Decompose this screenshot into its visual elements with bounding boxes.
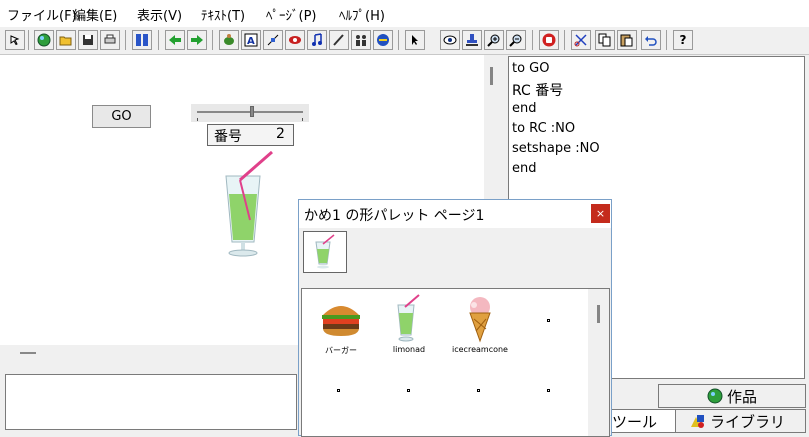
tab-works[interactable]: 作品 [658,384,806,408]
empty-shape-slot[interactable] [547,319,550,322]
slider-icon[interactable] [263,30,283,50]
limonad-icon[interactable] [392,293,426,343]
tab-label: ツール [612,412,658,431]
shape-label: limonad [392,345,426,354]
pointer-icon[interactable] [5,30,25,50]
stamp-icon[interactable] [462,30,482,50]
empty-shape-slot[interactable] [547,389,550,392]
scroll-thumb[interactable] [490,67,493,85]
shapes-icon [691,415,704,428]
turtle-icon[interactable] [219,30,239,50]
undo-icon[interactable] [641,30,661,50]
select-arrow-icon[interactable] [405,30,425,50]
menu-page[interactable]: ﾍﾟｰｼﾞ(P) [266,5,316,24]
number-monitor: 番号 2 [207,124,294,146]
code-line: RC 番号 [512,83,564,99]
menu-help[interactable]: ﾍﾙﾌﾟ(H) [339,5,385,24]
palette-title: かめ1 の形パレット ページ1 [304,208,485,224]
go-button[interactable]: GO [92,105,151,128]
code-line: to RC :NO [512,121,576,136]
zoom-out-icon[interactable] [506,30,526,50]
tab-library[interactable]: ライブラリ [675,409,806,433]
scissors-icon[interactable] [571,30,591,50]
monitor-value: 2 [276,126,285,142]
current-shape-preview[interactable] [303,231,347,273]
empty-shape-slot[interactable] [337,389,340,392]
tab-label: ライブラリ [710,412,786,431]
menu-text[interactable]: ﾃｷｽﾄ(T) [201,5,245,24]
svg-text:A: A [247,36,255,47]
eye-icon[interactable] [440,30,460,50]
arrow-right-icon[interactable] [187,30,207,50]
text-box-icon[interactable]: A [241,30,261,50]
menu-bar: ファイル(F) 編集(E) 表示(V) ﾃｷｽﾄ(T) ﾍﾟｰｼﾞ(P) ﾍﾙﾌ… [0,0,809,27]
menu-view[interactable]: 表示(V) [137,5,182,24]
code-line: setshape :NO [512,141,600,156]
zoom-in-icon[interactable] [484,30,504,50]
save-icon[interactable] [78,30,98,50]
scroll-thumb[interactable] [597,305,600,323]
menu-edit[interactable]: 編集(E) [73,5,117,24]
open-folder-icon[interactable] [56,30,76,50]
icecreamcone-icon[interactable] [462,295,498,343]
eye-button-icon[interactable] [285,30,305,50]
close-button[interactable]: × [591,204,610,223]
code-line: to GO [512,61,550,76]
print-icon[interactable] [100,30,120,50]
columns-icon[interactable] [132,30,152,50]
globe-run-icon[interactable] [373,30,393,50]
music-icon[interactable] [307,30,327,50]
stop-hand-icon[interactable] [539,30,559,50]
copy-icon[interactable] [595,30,615,50]
globe-icon [707,388,723,404]
paste-icon[interactable] [617,30,637,50]
empty-shape-slot[interactable] [407,389,410,392]
menu-file[interactable]: ファイル(F) [7,5,77,24]
people-icon[interactable] [351,30,371,50]
palette-title-bar[interactable]: かめ1 の形パレット ページ1 × [299,200,611,228]
slider-thumb[interactable] [250,106,254,117]
palette-shapes-grid: バーガー limonad icecreamcone [301,288,610,437]
canvas-slider[interactable] [191,104,309,122]
shape-label: バーガー [325,346,357,355]
glass-icon [315,234,335,269]
arrow-left-icon[interactable] [165,30,185,50]
shape-palette-window[interactable]: かめ1 の形パレット ページ1 × バーガー limonad icecreamc… [298,199,612,437]
tab-tool[interactable]: ツール [605,409,675,433]
monitor-label: 番号 [214,129,242,145]
code-line: end [512,161,537,176]
globe-icon[interactable] [34,30,54,50]
empty-shape-slot[interactable] [477,389,480,392]
burger-icon[interactable] [320,301,362,337]
pen-icon[interactable] [329,30,349,50]
help-button[interactable]: ? [673,30,693,50]
command-center[interactable] [5,374,297,430]
palette-scrollbar[interactable] [588,289,609,436]
code-line: end [512,101,537,116]
tab-label: 作品 [727,387,758,406]
toolbar: A ? [0,27,809,55]
shape-label: icecreamcone [452,345,508,354]
glass-turtle-icon[interactable] [220,150,280,260]
